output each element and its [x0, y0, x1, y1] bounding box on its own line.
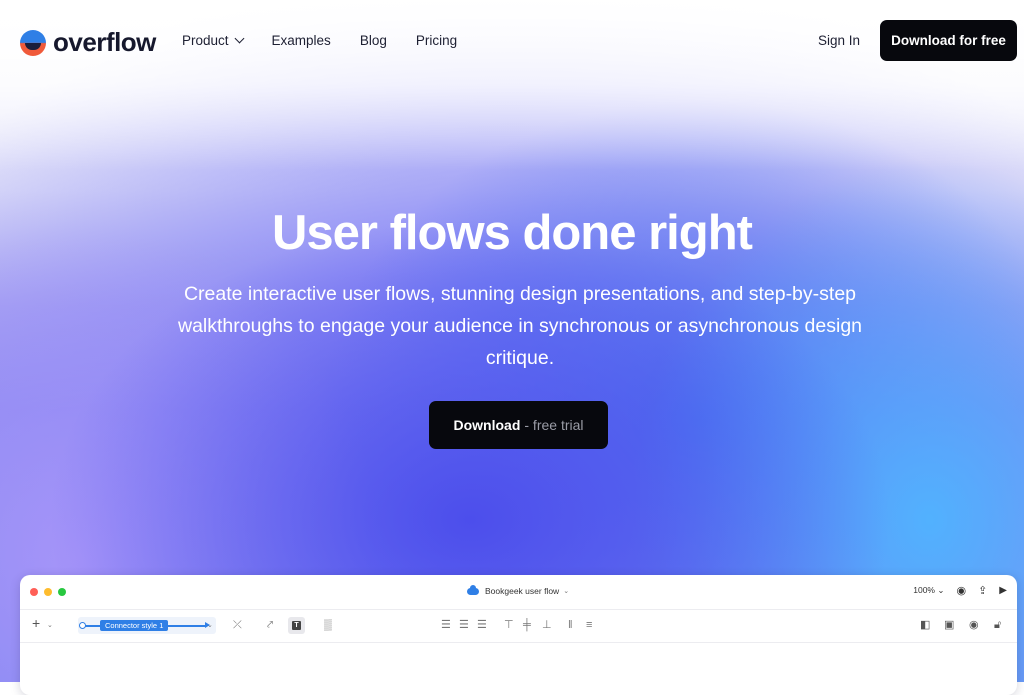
top-navigation: overflow Product Examples Blog Pricing S…: [0, 0, 1024, 82]
chevron-down-icon[interactable]: ⌄: [207, 620, 213, 631]
nav-item-label: Examples: [271, 33, 331, 48]
nav-links: Product Examples Blog Pricing: [182, 33, 486, 48]
play-icon[interactable]: ▶: [999, 585, 1007, 596]
arrange-icon[interactable]: ◧: [920, 620, 930, 631]
minimize-window-dot[interactable]: [44, 588, 52, 596]
align-bottom-icon[interactable]: ⊥: [542, 620, 552, 631]
nav-item-label: Pricing: [415, 33, 458, 48]
button-label-muted: - free trial: [524, 417, 584, 433]
text-icon: T: [292, 621, 301, 630]
brand-logo[interactable]: overflow: [20, 27, 156, 58]
close-window-dot[interactable]: [30, 588, 38, 596]
nav-item-pricing[interactable]: Pricing: [416, 33, 457, 48]
connector-style-label: Connector style 1: [100, 620, 169, 631]
button-label-strong: Download: [453, 417, 521, 433]
sign-in-link[interactable]: Sign In: [818, 33, 860, 48]
nav-item-examples[interactable]: Examples: [272, 33, 331, 48]
frame-icon[interactable]: ▣: [944, 620, 954, 631]
document-title[interactable]: Bookgeek user flow ⌄: [467, 584, 570, 596]
brand-name: overflow: [53, 27, 156, 57]
nav-item-product[interactable]: Product: [182, 33, 244, 48]
nav-item-label: Blog: [359, 33, 387, 48]
preview-icon[interactable]: ◉: [969, 620, 979, 631]
nav-item-blog[interactable]: Blog: [360, 33, 387, 48]
titlebar-actions: 100% ⌄ ◉ ⇪ ▶: [913, 584, 1007, 597]
align-middle-icon[interactable]: ╪: [523, 620, 531, 631]
chevron-down-icon: [234, 33, 244, 44]
zoom-level-value: 100%: [913, 585, 935, 595]
document-title-label: Bookgeek user flow: [485, 586, 560, 596]
nav-item-label: Product: [182, 33, 229, 48]
logo-mark-icon: [20, 29, 46, 56]
lock-icon[interactable]: 🔓︎: [994, 620, 1001, 631]
chevron-down-icon: ⌄: [563, 588, 570, 595]
align-right-icon[interactable]: ☰: [477, 620, 487, 631]
zoom-level[interactable]: 100% ⌄: [913, 585, 944, 596]
align-left-icon[interactable]: ☰: [441, 620, 451, 631]
text-tool-button[interactable]: T: [288, 617, 305, 634]
hero-title: User flows done right: [272, 206, 753, 260]
cloud-icon: [467, 584, 479, 595]
app-preview-window: Bookgeek user flow ⌄ 100% ⌄ ◉ ⇪ ▶ + ⌄ Co…: [20, 575, 1017, 695]
chevron-down-icon[interactable]: ⌄: [47, 620, 53, 631]
add-icon[interactable]: +: [32, 616, 40, 630]
distribute-vertical-icon[interactable]: ≡: [586, 620, 592, 631]
connector-style-selector[interactable]: Connector style 1: [78, 617, 216, 634]
align-top-icon[interactable]: ⊤: [504, 620, 514, 631]
download-for-free-button[interactable]: Download for free: [880, 20, 1017, 61]
window-titlebar: Bookgeek user flow ⌄ 100% ⌄ ◉ ⇪ ▶: [20, 575, 1017, 610]
user-icon[interactable]: ◉: [956, 584, 966, 597]
unlink-icon[interactable]: ⤫: [233, 620, 242, 631]
maximize-window-dot[interactable]: [58, 588, 66, 596]
download-free-trial-button[interactable]: Download - free trial: [429, 401, 608, 449]
pattern-icon[interactable]: ▒: [324, 620, 332, 631]
align-center-icon[interactable]: ☰: [459, 620, 469, 631]
hero-subtitle: Create interactive user flows, stunning …: [177, 283, 863, 369]
share-icon[interactable]: ⇪: [978, 584, 987, 597]
path-icon[interactable]: ⤤: [267, 620, 273, 631]
distribute-horizontal-icon[interactable]: ‖: [568, 620, 573, 631]
connector-start-icon: [79, 622, 86, 629]
